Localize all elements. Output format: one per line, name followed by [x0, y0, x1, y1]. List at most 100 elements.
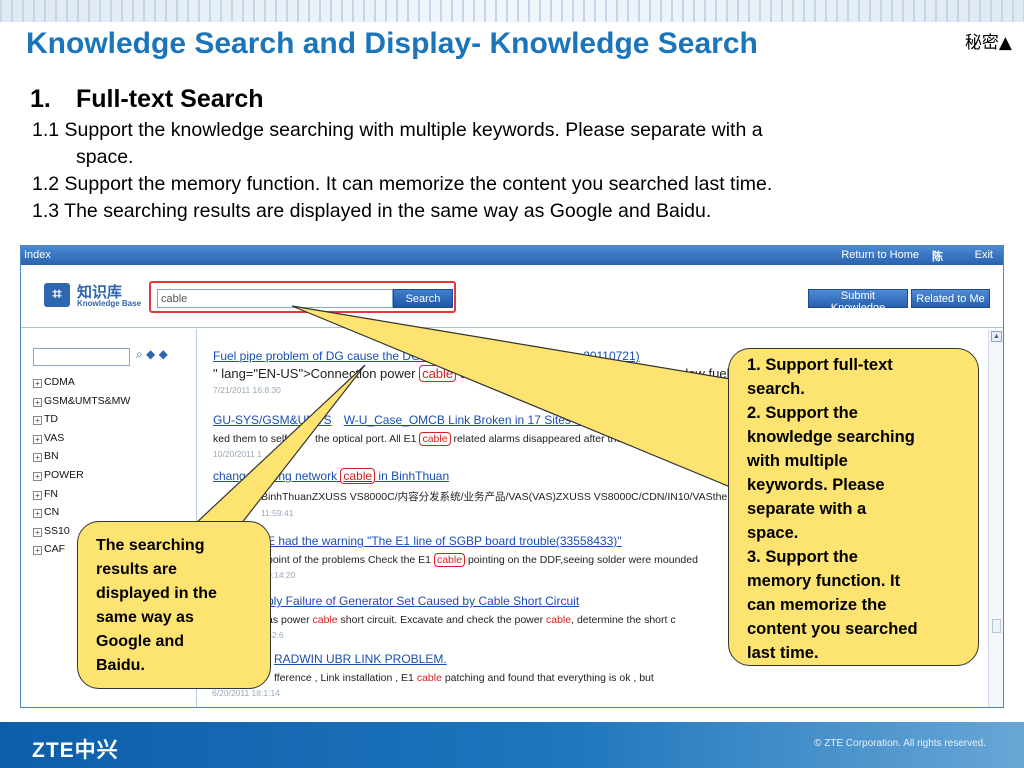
band-stripe	[748, 0, 750, 22]
band-stripe	[781, 0, 783, 22]
band-stripe	[561, 0, 563, 22]
keyword-highlight: cable	[419, 365, 457, 382]
band-stripe	[528, 0, 530, 22]
tree-node-fn[interactable]: + FN	[33, 488, 130, 507]
expand-icon[interactable]: +	[33, 434, 42, 444]
band-stripe	[77, 0, 79, 22]
search-button[interactable]: Search	[393, 289, 453, 308]
keyword-highlight: cable	[416, 672, 442, 684]
keyword-highlight: cable	[433, 553, 466, 567]
band-stripe	[154, 0, 156, 22]
result-item: GU-SYS/GSM&UMTS W-U_Case_OMCB Link Broken…	[213, 413, 622, 459]
result-date: 7/21/2011 16:8:30	[213, 385, 281, 395]
result-snippet: " lang="EN-US">Connection power cable of…	[213, 365, 752, 382]
band-stripe	[803, 0, 805, 22]
search-input[interactable]	[157, 289, 393, 308]
band-stripe	[0, 0, 2, 22]
band-stripe	[506, 0, 508, 22]
tree-tools-icons[interactable]: ⌕ ◆ ◆	[136, 347, 168, 362]
results-scrollbar[interactable]: ▲	[988, 329, 1003, 707]
band-stripe	[242, 0, 244, 22]
submit-knowledge-button[interactable]: Submit Knowledge	[808, 289, 908, 314]
band-stripe	[990, 0, 992, 22]
band-stripe	[726, 0, 728, 22]
keyword-highlight: cable	[419, 432, 451, 446]
band-stripe	[847, 0, 849, 22]
tree-node-vas[interactable]: + VAS	[33, 432, 130, 451]
expand-icon[interactable]: +	[33, 490, 42, 500]
scroll-thumb[interactable]	[992, 619, 1001, 633]
tree-node-cdma[interactable]: + CDMA	[33, 376, 130, 395]
tree-node-bn[interactable]: + BN	[33, 450, 130, 469]
band-stripe	[682, 0, 684, 22]
result-snippet: fference , Link installation , E1 cable …	[274, 672, 654, 684]
expand-icon[interactable]: +	[33, 397, 42, 407]
result-date: 6/20/2011 18:1:14	[212, 688, 280, 698]
band-stripe	[693, 0, 695, 22]
band-stripe	[924, 0, 926, 22]
band-stripe	[1001, 0, 1003, 22]
expand-icon[interactable]: +	[33, 527, 42, 537]
result-item: ply Failure of Generator Set Caused by C…	[267, 594, 676, 640]
band-stripe	[495, 0, 497, 22]
band-stripe	[44, 0, 46, 22]
scroll-up-icon[interactable]: ▲	[991, 331, 1002, 342]
result-title-link[interactable]: E had the warning "The E1 line of SGBP b…	[267, 534, 698, 548]
keyword-highlight: cable	[546, 614, 572, 626]
band-stripe	[649, 0, 651, 22]
bullet-1-2: 1.2 Support the memory function. It can …	[32, 173, 773, 195]
result-title-link[interactable]: Fuel pipe problem of DG cause the DG c hu…	[213, 349, 752, 363]
keyword-highlight: cable	[340, 468, 376, 484]
band-stripe	[363, 0, 365, 22]
tree-node-td[interactable]: + TD	[33, 413, 130, 432]
related-to-me-button[interactable]: Related to Me	[911, 289, 990, 308]
band-stripe	[594, 0, 596, 22]
slide-title: Knowledge Search and Display- Knowledge …	[26, 27, 758, 60]
expand-icon[interactable]: +	[33, 416, 42, 426]
index-link[interactable]: Index	[24, 249, 51, 261]
band-stripe	[858, 0, 860, 22]
tree-node-gsm[interactable]: + GSM&UMTS&MW	[33, 395, 130, 414]
result-title-link[interactable]: RADWIN UBR LINK PROBLEM.	[274, 652, 654, 666]
tree-node-power[interactable]: + POWER	[33, 469, 130, 488]
expand-icon[interactable]: +	[33, 379, 42, 388]
band-stripe	[176, 0, 178, 22]
result-snippet: as power cable short circuit. Excavate a…	[267, 614, 676, 626]
logo-icon: ⌗	[44, 283, 70, 307]
band-stripe	[869, 0, 871, 22]
exit-link[interactable]: Exit	[975, 249, 993, 261]
band-stripe	[396, 0, 398, 22]
band-stripe	[253, 0, 255, 22]
expand-icon[interactable]: +	[33, 546, 42, 556]
results-callout: The searching results are displayed in the…	[77, 521, 271, 689]
result-title-link[interactable]: chang rong network cable in BinhThuan	[213, 468, 752, 484]
expand-icon[interactable]: +	[33, 471, 42, 481]
band-stripe	[616, 0, 618, 22]
slide-footer: ZTE中兴 © ZTE Corporation. All rights rese…	[0, 722, 1024, 768]
result-snippet: BinhThuanZXUSS VS8000C/内容分发系统/业务产品/VAS(V…	[261, 491, 753, 503]
band-stripe	[550, 0, 552, 22]
result-date: 52:6	[267, 630, 284, 640]
expand-icon[interactable]: +	[33, 509, 42, 519]
band-stripe	[88, 0, 90, 22]
band-stripe	[627, 0, 629, 22]
expand-icon[interactable]: +	[33, 453, 42, 463]
result-title-link[interactable]: GU-SYS/GSM&UMTS W-U_Case_OMCB Link Broken…	[213, 413, 622, 427]
return-home-link[interactable]: Return to Home	[841, 249, 919, 261]
band-stripe	[66, 0, 68, 22]
app-topbar: Index Return to Home 陈 Exit	[21, 246, 1003, 265]
band-stripe	[297, 0, 299, 22]
band-stripe	[605, 0, 607, 22]
band-stripe	[715, 0, 717, 22]
result-title-link[interactable]: ply Failure of Generator Set Caused by C…	[267, 594, 676, 608]
tree-search-input[interactable]	[33, 348, 130, 366]
band-stripe	[198, 0, 200, 22]
band-stripe	[275, 0, 277, 22]
band-stripe	[374, 0, 376, 22]
band-stripe	[825, 0, 827, 22]
secret-mark: 秘密▲	[964, 33, 1012, 53]
band-stripe	[660, 0, 662, 22]
band-stripe	[638, 0, 640, 22]
band-stripe	[737, 0, 739, 22]
band-stripe	[814, 0, 816, 22]
